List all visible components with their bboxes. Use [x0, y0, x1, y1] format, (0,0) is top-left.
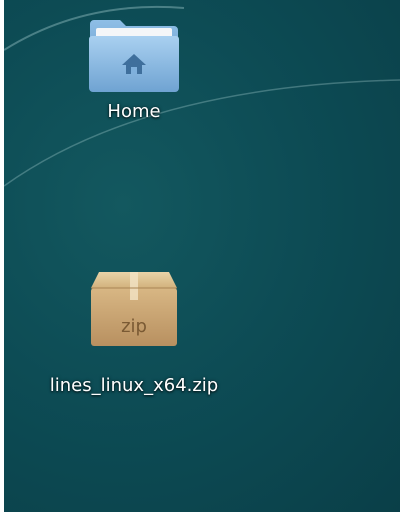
zip-badge-text: zip: [121, 316, 147, 337]
home-folder-icon: [89, 20, 179, 92]
desktop-icon-zip-file[interactable]: zip lines_linux_x64.zip: [30, 268, 238, 400]
icon-label-zip-file: lines_linux_x64.zip: [49, 375, 219, 396]
desktop[interactable]: Home zip lines_linux_x64.zip: [4, 0, 400, 512]
icon-label-home: Home: [107, 101, 161, 122]
wallpaper-swoosh: [4, 5, 400, 187]
zip-archive-icon: zip: [91, 272, 177, 346]
desktop-icon-home[interactable]: Home: [78, 14, 190, 126]
